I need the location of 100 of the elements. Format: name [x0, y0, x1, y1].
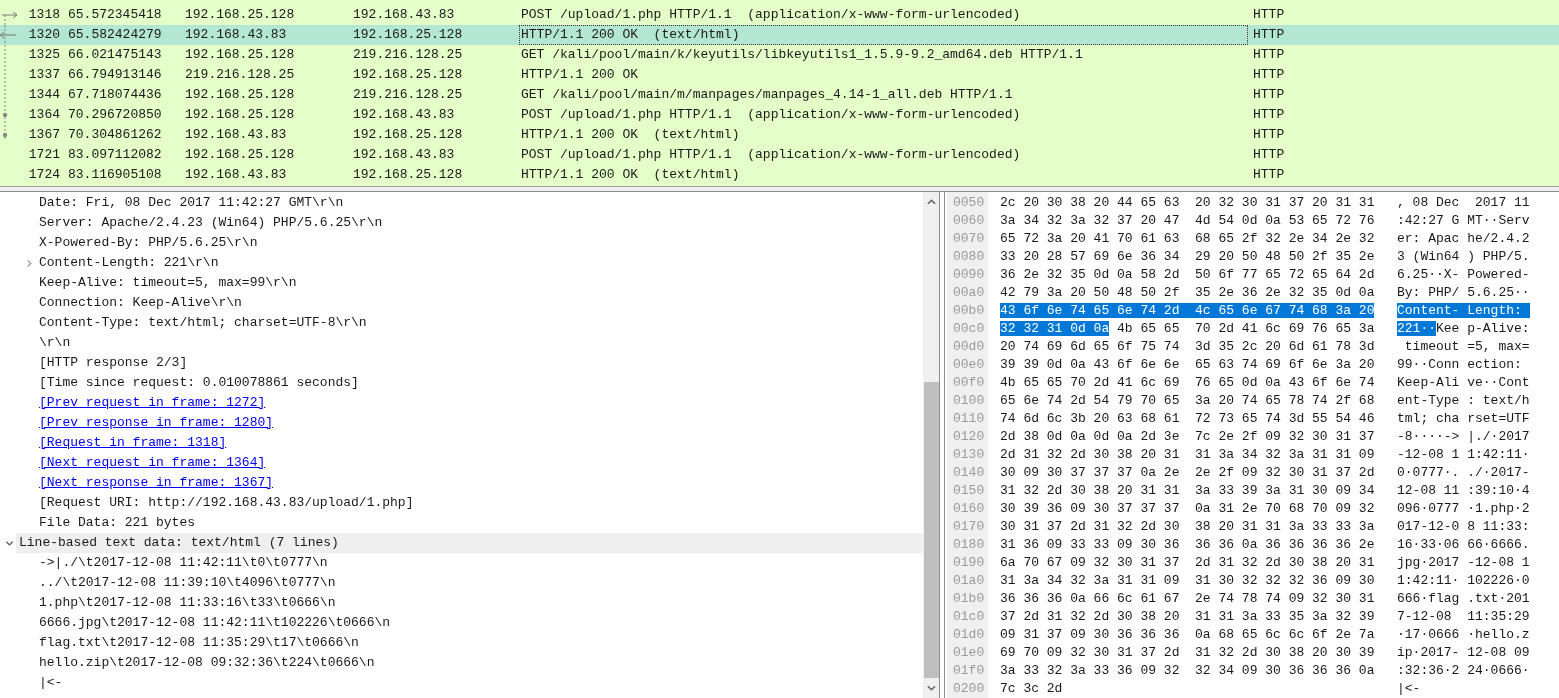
ascii-text: 017-12-0 8 11:33:: [1397, 519, 1530, 534]
table-cell-text: POST /upload/1.php HTTP/1.1 (application/x-www-form-urlencoded): [521, 106, 1022, 124]
offset-label: 0100: [953, 392, 986, 410]
frame-link[interactable]: [Prev request in frame: 1272]: [39, 393, 266, 413]
tree-item[interactable]: [Time since request: 0.010078861 seconds]: [39, 373, 359, 393]
ascii-text: Keep-Ali ve··Cont: [1397, 375, 1530, 390]
frame-link[interactable]: [Request in frame: 1318]: [39, 433, 227, 453]
packet-row[interactable]: 1320 65.582424279 192.168.43.83 192.168.25.128 HTTP/1.1 200 OK (text/html) HTTP: [0, 25, 1559, 45]
hex-bytes: 42 79 3a 20 50 48 50 2f 35 2e 36 2e 32 35 0d 0a: [1000, 285, 1375, 300]
ascii-text: , 08 Dec 2017 11: [1397, 195, 1530, 210]
offset-label: 01e0: [953, 644, 986, 662]
table-cell-text: 67.718074436: [68, 86, 163, 104]
tree-item[interactable]: 6666.jpg\t2017-12-08 11:42:11\t102226\t0666\n: [39, 613, 391, 633]
offset-label: 00b0: [953, 302, 986, 320]
frame-link[interactable]: [Next request in frame: 1364]: [39, 453, 266, 473]
table-cell-text: HTTP: [1253, 166, 1285, 184]
offset-label: 0150: [953, 482, 986, 500]
hex-bytes: 6a 70 67 09 32 30 31 37 2d 31 32 2d 30 38 20 31: [1000, 555, 1375, 570]
offset-label: 0140: [953, 464, 986, 482]
table-cell-text: 192.168.25.128: [353, 126, 464, 144]
tree-item[interactable]: ../\t2017-12-08 11:39:10\t4096\t0777\n: [39, 573, 336, 593]
ascii-text: -12-08 1 1:42:11·: [1397, 447, 1530, 462]
hex-bytes: 36 2e 32 35 0d 0a 58 2d 50 6f 77 65 72 65 64 2d: [1000, 267, 1375, 282]
table-cell-text: 192.168.43.83: [353, 106, 456, 124]
table-cell-text: 65.572345418: [68, 6, 163, 24]
hex-bytes: 4b 65 65 70 2d 41 6c 69 76 65 3a: [1116, 321, 1375, 336]
ascii-text: :32:36·2 24·0666·: [1397, 663, 1530, 678]
tree-item[interactable]: hello.zip\t2017-12-08 09:32:36\t224\t0666\n: [39, 653, 375, 673]
table-cell-text: HTTP: [1253, 126, 1285, 144]
table-cell-text: 1367: [27, 126, 60, 144]
pane-splitter[interactable]: [0, 186, 1559, 192]
table-cell-text: 1325: [27, 46, 60, 64]
table-cell-text: 192.168.25.128: [185, 146, 296, 164]
ascii-text: 0·0777·. ./·2017-: [1397, 465, 1530, 480]
tree-item[interactable]: Keep-Alive: timeout=5, max=99\r\n: [39, 273, 297, 293]
tree-item[interactable]: File Data: 221 bytes: [39, 513, 196, 533]
tree-item[interactable]: Line-based text data: text/html (7 lines): [16, 533, 923, 553]
tree-item[interactable]: |<-: [39, 673, 63, 693]
tree-item[interactable]: Date: Fri, 08 Dec 2017 11:42:27 GMT\r\n: [39, 193, 344, 213]
tree-item[interactable]: 1.php\t2017-12-08 11:33:16\t33\t0666\n: [39, 593, 336, 613]
ascii-text: By: PHP/ 5.6.25··: [1397, 285, 1530, 300]
hex-bytes: 20 74 69 6d 65 6f 75 74 3d 35 2c 20 6d 61 78 3d: [1000, 339, 1375, 354]
hex-bytes: 69 70 09 32 30 31 37 2d 31 32 2d 30 38 20 30 39: [1000, 645, 1375, 660]
table-cell-text: 192.168.25.128: [353, 166, 464, 184]
tree-item[interactable]: ->|./\t2017-12-08 11:42:11\t0\t0777\n: [39, 553, 328, 573]
tree-item[interactable]: \r\n: [39, 333, 71, 353]
table-cell-text: HTTP: [1253, 46, 1285, 64]
hex-bytes: 31 36 09 33 33 09 30 36 36 36 0a 36 36 36 36 2e: [1000, 537, 1375, 552]
table-cell-text: HTTP/1.1 200 OK (text/html): [521, 166, 741, 184]
tree-item[interactable]: Server: Apache/2.4.23 (Win64) PHP/5.6.25\r\n: [39, 213, 383, 233]
ascii-text: 16·33·06 66·6666.: [1397, 537, 1530, 552]
offset-label: 00f0: [953, 374, 986, 392]
table-cell-text: 192.168.43.83: [353, 146, 456, 164]
tree-item[interactable]: [Request URI: http://192.168.43.83/upload/1.php]: [39, 493, 414, 513]
table-cell-text: 1318: [27, 6, 60, 24]
offset-label: 0110: [953, 410, 986, 428]
hex-bytes: 39 39 0d 0a 43 6f 6e 6e 65 63 74 69 6f 6e 3a 20: [1000, 357, 1375, 372]
scrollbar[interactable]: [923, 192, 939, 698]
ascii-text: 221··: [1397, 321, 1436, 336]
table-cell-text: 66.021475143: [68, 46, 163, 64]
scroll-thumb[interactable]: [923, 382, 939, 678]
offset-label: 00c0: [953, 320, 986, 338]
ascii-text: Kee p-Alive:: [1436, 321, 1530, 336]
table-cell-text: 192.168.25.128: [185, 106, 296, 124]
tree-item[interactable]: [HTTP response 2/3]: [39, 353, 188, 373]
offset-label: 01d0: [953, 626, 986, 644]
table-cell-text: GET /kali/pool/main/m/manpages/manpages_4.14-1_all.deb HTTP/1.1: [521, 86, 1014, 104]
hex-bytes: 2d 38 0d 0a 0d 0a 2d 3e 7c 2e 2f 09 32 30 31 37: [1000, 429, 1375, 444]
table-cell-text: 192.168.25.128: [185, 46, 296, 64]
hex-bytes: 36 36 36 0a 66 6c 61 67 2e 74 78 74 09 32 30 31: [1000, 591, 1375, 606]
hex-bytes: 7c 3c 2d: [1000, 681, 1063, 696]
scroll-up-icon[interactable]: [926, 198, 936, 206]
scroll-down-icon[interactable]: [926, 684, 936, 692]
tree-item[interactable]: X-Powered-By: PHP/5.6.25\r\n: [39, 233, 258, 253]
tree-item[interactable]: Content-Type: text/html; charset=UTF-8\r\n: [39, 313, 367, 333]
offset-label: 0200: [953, 680, 986, 698]
ascii-text: Content- Length:: [1397, 303, 1530, 318]
table-cell-text: HTTP: [1253, 26, 1285, 44]
offset-label: 00a0: [953, 284, 986, 302]
tree-item[interactable]: Content-Length: 221\r\n: [39, 253, 219, 273]
table-cell-text: 219.216.128.25: [353, 86, 464, 104]
ascii-text: :42:27 G MT··Serv: [1397, 213, 1530, 228]
tree-item[interactable]: Connection: Keep-Alive\r\n: [39, 293, 242, 313]
offset-label: 01c0: [953, 608, 986, 626]
offset-label: 01f0: [953, 662, 986, 680]
offset-label: 0080: [953, 248, 986, 266]
table-cell-text: 192.168.25.128: [185, 86, 296, 104]
offset-label: 0050: [953, 194, 986, 212]
table-cell-text: 1364: [27, 106, 60, 124]
tree-item[interactable]: flag.txt\t2017-12-08 11:35:29\t17\t0666\n: [39, 633, 359, 653]
frame-link[interactable]: [Next response in frame: 1367]: [39, 473, 274, 493]
hex-bytes: 09 31 37 09 30 36 36 36 0a 68 65 6c 6c 6f 2e 7a: [1000, 627, 1375, 642]
ascii-text: 99··Conn ection:: [1397, 357, 1522, 372]
offset-label: 01b0: [953, 590, 986, 608]
offset-label: 0060: [953, 212, 986, 230]
table-cell-text: 192.168.25.128: [185, 6, 296, 24]
table-cell-text: HTTP: [1253, 106, 1285, 124]
frame-link[interactable]: [Prev response in frame: 1280]: [39, 413, 274, 433]
table-cell-text: 1344: [27, 86, 60, 104]
chevron-right-icon[interactable]: [25, 258, 34, 268]
